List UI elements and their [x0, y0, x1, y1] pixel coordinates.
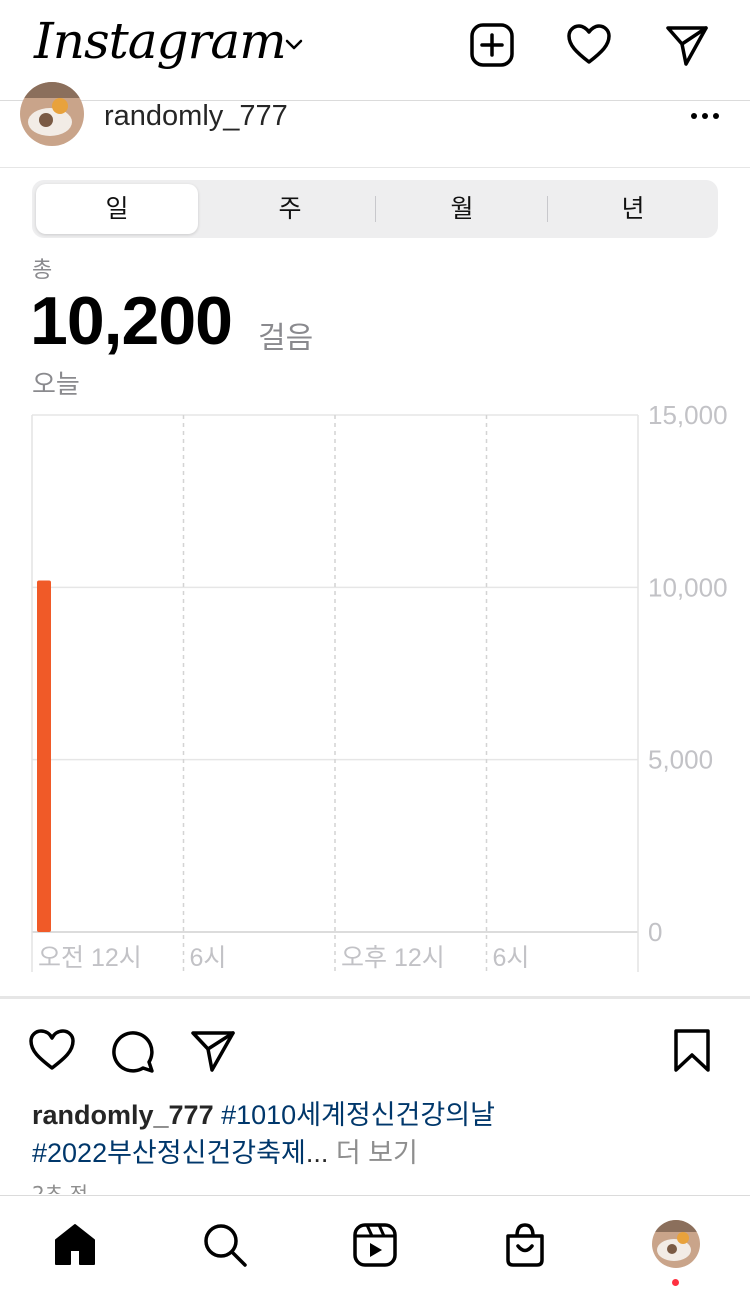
avatar[interactable] — [20, 82, 84, 146]
post-header: randomly_777 — [0, 82, 750, 168]
tab-day[interactable]: 일 — [36, 184, 198, 234]
post-username[interactable]: randomly_777 — [104, 100, 288, 133]
search-icon[interactable] — [202, 1222, 248, 1268]
x-tick-label: 6시 — [493, 944, 530, 972]
profile-avatar[interactable] — [652, 1220, 700, 1268]
steps-bar-chart: 15,000 10,000 5,000 0 오전 12시 6시 오후 12시 6시 — [31, 400, 728, 972]
new-post-icon[interactable] — [469, 22, 515, 68]
hashtag-link[interactable]: #2022부산정신건강축제 — [32, 1138, 306, 1168]
y-tick-label: 5,000 — [648, 745, 713, 775]
tab-week[interactable]: 주 — [204, 180, 376, 238]
x-tick-label: 6시 — [190, 944, 227, 972]
x-tick-label: 오후 12시 — [341, 944, 445, 972]
notification-dot — [672, 1279, 679, 1286]
period-segmented-control: 일 주 월 년 — [32, 180, 718, 238]
post-timestamp: 2초 전 — [32, 1182, 88, 1194]
steps-bar — [37, 580, 51, 932]
hashtag-link[interactable]: #1010세계정신건강의날 — [221, 1100, 495, 1130]
more-link[interactable]: 더 보기 — [336, 1138, 418, 1168]
caption-ellipsis: ... — [305, 1138, 329, 1168]
bottom-navigation — [0, 1195, 750, 1295]
share-icon[interactable] — [189, 1028, 237, 1074]
steps-unit: 걸음 — [258, 321, 314, 356]
comment-icon[interactable] — [109, 1028, 155, 1074]
tab-year[interactable]: 년 — [548, 180, 718, 238]
total-label: 총 — [32, 258, 53, 283]
more-options-icon[interactable] — [690, 102, 720, 122]
reels-icon[interactable] — [352, 1222, 398, 1268]
y-tick-label: 15,000 — [648, 400, 728, 430]
top-bar: Instagram — [0, 0, 750, 101]
y-tick-label: 0 — [648, 917, 662, 947]
shop-icon[interactable] — [502, 1222, 548, 1268]
total-steps-value: 10,200 — [30, 283, 233, 359]
x-tick-label: 오전 12시 — [38, 944, 142, 972]
heart-icon[interactable] — [566, 22, 612, 68]
like-icon[interactable] — [28, 1028, 76, 1072]
home-icon[interactable] — [52, 1222, 98, 1266]
direct-message-icon[interactable] — [664, 22, 710, 68]
instagram-logo[interactable]: Instagram — [34, 12, 287, 70]
chevron-down-icon[interactable] — [284, 38, 304, 52]
y-tick-label: 10,000 — [648, 572, 728, 602]
section-divider — [0, 996, 750, 999]
caption-username[interactable]: randomly_777 — [32, 1100, 214, 1130]
post-caption: randomly_777 #1010세계정신건강의날 #2022부산정신건강축제… — [32, 1096, 722, 1172]
tab-month[interactable]: 월 — [376, 180, 548, 238]
date-label: 오늘 — [32, 370, 80, 400]
bookmark-icon[interactable] — [672, 1028, 712, 1074]
